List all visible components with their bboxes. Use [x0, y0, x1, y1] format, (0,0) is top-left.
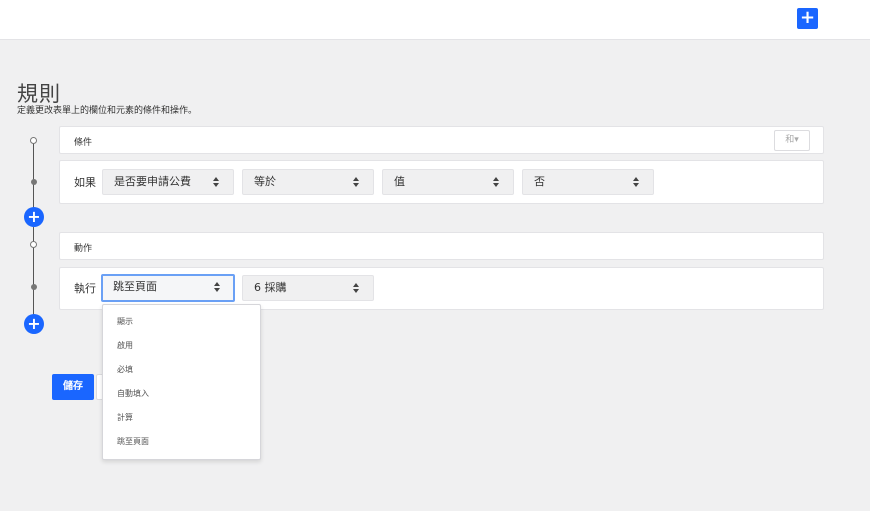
action-target-select[interactable]: 6 採購	[242, 275, 374, 301]
timeline-action-node	[31, 284, 37, 290]
select-arrows-icon	[353, 177, 360, 189]
action-type-dropdown: 顯示 啟用 必填 自動填入 計算 跳至頁面	[102, 304, 261, 460]
condition-operator-select[interactable]: 等於	[242, 169, 374, 195]
do-label: 執行	[74, 282, 96, 295]
add-rule-button[interactable]: +	[797, 8, 818, 29]
select-arrows-icon	[633, 177, 640, 189]
page-subtitle: 定義更改表單上的欄位和元素的條件和操作。	[17, 106, 198, 116]
if-label: 如果	[74, 176, 96, 189]
select-arrows-icon	[214, 282, 221, 294]
timeline-actions-node	[30, 241, 37, 248]
add-condition-button[interactable]: +	[24, 207, 44, 227]
top-bar: +	[0, 0, 870, 40]
dropdown-option-autofill[interactable]: 自動填入	[117, 388, 149, 399]
condition-operator-value: 等於	[254, 175, 276, 188]
condition-field-value: 是否要申請公費	[114, 175, 191, 188]
select-arrows-icon	[213, 177, 220, 189]
dropdown-option-skip-to-page[interactable]: 跳至頁面	[117, 436, 149, 447]
timeline-condition-node	[31, 179, 37, 185]
select-arrows-icon	[353, 283, 360, 295]
condition-type-value: 值	[394, 175, 405, 188]
actions-header: 動作	[59, 232, 824, 260]
dropdown-option-enable[interactable]: 啟用	[117, 340, 133, 351]
action-target-value: 6 採購	[254, 281, 287, 294]
timeline-start-node	[30, 137, 37, 144]
conditions-label: 條件	[74, 138, 93, 148]
action-type-value: 跳至頁面	[113, 280, 157, 293]
condition-value-value: 否	[534, 175, 545, 188]
save-button[interactable]: 儲存	[52, 374, 94, 400]
condition-field-select[interactable]: 是否要申請公費	[102, 169, 234, 195]
dropdown-option-require[interactable]: 必填	[117, 364, 133, 375]
conditions-header: 條件 和▾	[59, 126, 824, 154]
condition-type-select[interactable]: 值	[382, 169, 514, 195]
add-action-button[interactable]: +	[24, 314, 44, 334]
select-arrows-icon	[493, 177, 500, 189]
and-button[interactable]: 和▾	[774, 130, 810, 151]
action-type-select[interactable]: 跳至頁面	[101, 274, 235, 302]
plus-icon: +	[799, 7, 816, 28]
condition-value-select[interactable]: 否	[522, 169, 654, 195]
dropdown-option-calculate[interactable]: 計算	[117, 412, 133, 423]
dropdown-option-show[interactable]: 顯示	[117, 316, 133, 327]
actions-label: 動作	[74, 244, 93, 254]
